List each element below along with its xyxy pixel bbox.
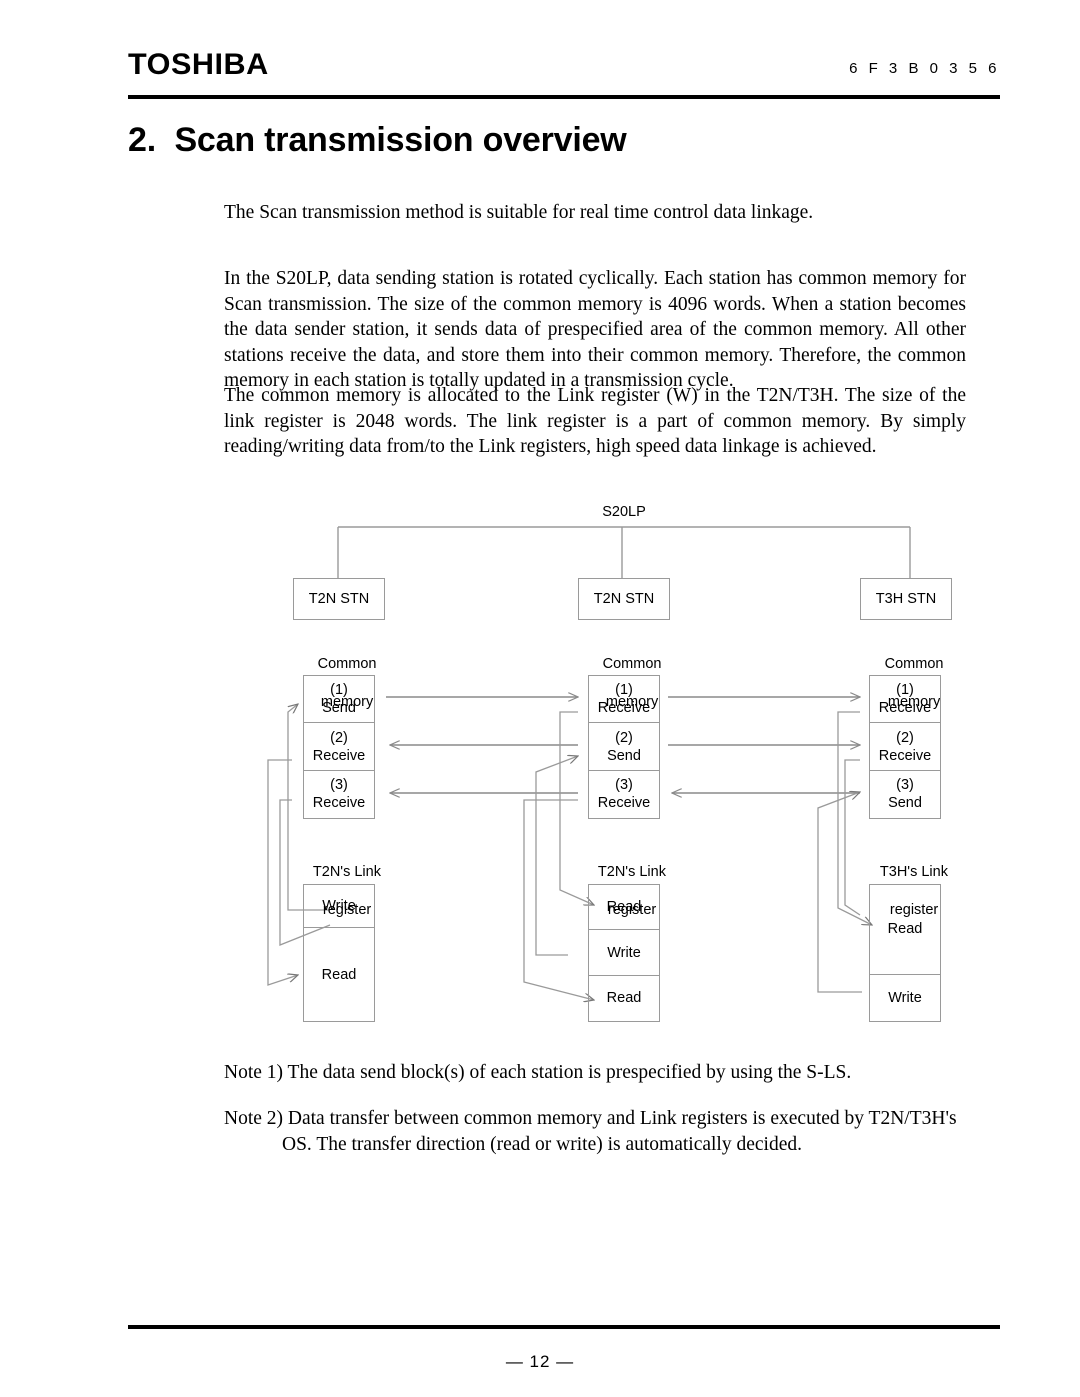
- register-cell: Write: [304, 885, 374, 929]
- memory-cell-op: Send: [888, 795, 922, 812]
- register-cell: Read: [606, 990, 642, 1007]
- link-register-1: Write Read: [303, 884, 375, 1022]
- memory-cell-index: (2): [330, 729, 348, 746]
- memory-cell-index: (3): [615, 777, 633, 794]
- memory-title-line1: Common: [602, 656, 662, 672]
- os-transfer-brackets-col1: [267, 704, 331, 986]
- toshiba-logo: TOSHIBA: [128, 48, 269, 81]
- memory-title-line2: memory: [887, 694, 941, 710]
- note-2-line-2: OS. The transfer direction (read or writ…: [282, 1134, 802, 1155]
- memory-title-line2: memory: [320, 694, 374, 710]
- paragraph-link-register: The common memory is allocated to the Li…: [224, 385, 966, 457]
- note-1: Note 1) The data send block(s) of each s…: [224, 1062, 852, 1083]
- memory-cell-index: (1): [896, 682, 914, 699]
- memory-cell-op: Send: [322, 700, 356, 717]
- link-register-3: Read Write: [869, 884, 941, 1022]
- register-title-line2: register: [607, 902, 657, 918]
- memory-cell: (1) Receive: [870, 676, 940, 724]
- register-cell: Read: [321, 966, 357, 983]
- document-code: 6 F 3 B 0 3 5 6: [849, 60, 1000, 77]
- memory-cell: (3) Send: [870, 771, 940, 818]
- page-number: — 12 —: [505, 1352, 575, 1371]
- memory-cell: (1) Send: [304, 676, 374, 724]
- memory-title-3: Common memory: [859, 636, 953, 731]
- network-bus-lines: [337, 526, 911, 578]
- memory-cell: (3) Receive: [589, 771, 659, 818]
- transfer-arrows-left-middle: [386, 697, 578, 793]
- memory-cell-index: (2): [896, 729, 914, 746]
- register-cell: Read: [589, 885, 659, 931]
- memory-cell-op: Receive: [312, 747, 366, 764]
- register-cell: Write: [888, 989, 922, 1006]
- register-cell: Read: [870, 885, 940, 975]
- os-transfer-brackets-col2: [523, 711, 594, 1000]
- memory-cell: (2) Receive: [304, 723, 374, 771]
- memory-cell-op: Receive: [878, 747, 932, 764]
- memory-cell: (1) Receive: [589, 676, 659, 724]
- paragraph-s20lp: In the S20LP, data sending station is ro…: [224, 268, 966, 391]
- station-box-3: T3H STN: [860, 578, 952, 620]
- memory-cell: (3) Receive: [304, 771, 374, 818]
- register-title-line2: register: [322, 902, 372, 918]
- station-box-1: T2N STN: [293, 578, 385, 620]
- memory-cell-op: Receive: [312, 795, 366, 812]
- network-label: S20LP: [602, 504, 646, 520]
- register-title-1: T2N's Link register: [288, 844, 390, 939]
- memory-title-line2: memory: [605, 694, 659, 710]
- page-header: TOSHIBA 6 F 3 B 0 3 5 6: [128, 48, 1000, 98]
- memory-cell: (2) Send: [589, 723, 659, 771]
- register-title-3: T3H's Link register: [855, 844, 957, 939]
- register-title-2: T2N's Link register: [573, 844, 675, 939]
- memory-title-line1: Common: [884, 656, 944, 672]
- memory-cell-op: Receive: [597, 795, 651, 812]
- note-2-line-1: Note 2) Data transfer between common mem…: [224, 1108, 957, 1129]
- memory-cell-op: Receive: [878, 700, 932, 717]
- note-2: Note 2) Data transfer between common mem…: [224, 1106, 984, 1158]
- paragraph-intro: The Scan transmission method is suitable…: [224, 202, 814, 223]
- memory-title-1: Common memory: [292, 636, 386, 731]
- common-memory-3: (1) Receive (2) Receive (3) Send: [869, 675, 941, 819]
- memory-title-2: Common memory: [577, 636, 671, 731]
- transfer-arrows-middle-right: [668, 697, 860, 793]
- register-title-line1: T3H's Link: [879, 864, 948, 880]
- memory-cell: (2) Receive: [870, 723, 940, 771]
- os-transfer-brackets-col3: [817, 711, 872, 993]
- page-title: 2. Scan transmission overview: [128, 121, 627, 159]
- register-title-line1: T2N's Link: [312, 864, 381, 880]
- station-box-2: T2N STN: [578, 578, 670, 620]
- memory-cell-index: (3): [896, 777, 914, 794]
- memory-cell-op: Send: [607, 747, 641, 764]
- memory-cell-index: (1): [615, 682, 633, 699]
- memory-cell-index: (3): [330, 777, 348, 794]
- header-rule: [128, 95, 1000, 99]
- memory-title-line1: Common: [317, 656, 377, 672]
- common-memory-1: (1) Send (2) Receive (3) Receive: [303, 675, 375, 819]
- common-memory-2: (1) Receive (2) Send (3) Receive: [588, 675, 660, 819]
- memory-cell-op: Receive: [597, 700, 651, 717]
- register-title-line2: register: [889, 902, 939, 918]
- link-register-2: Read Write Read: [588, 884, 660, 1022]
- register-cell: Write: [589, 930, 659, 976]
- footer-rule: [128, 1325, 1000, 1329]
- memory-cell-index: (1): [330, 682, 348, 699]
- memory-cell-index: (2): [615, 729, 633, 746]
- register-title-line1: T2N's Link: [597, 864, 666, 880]
